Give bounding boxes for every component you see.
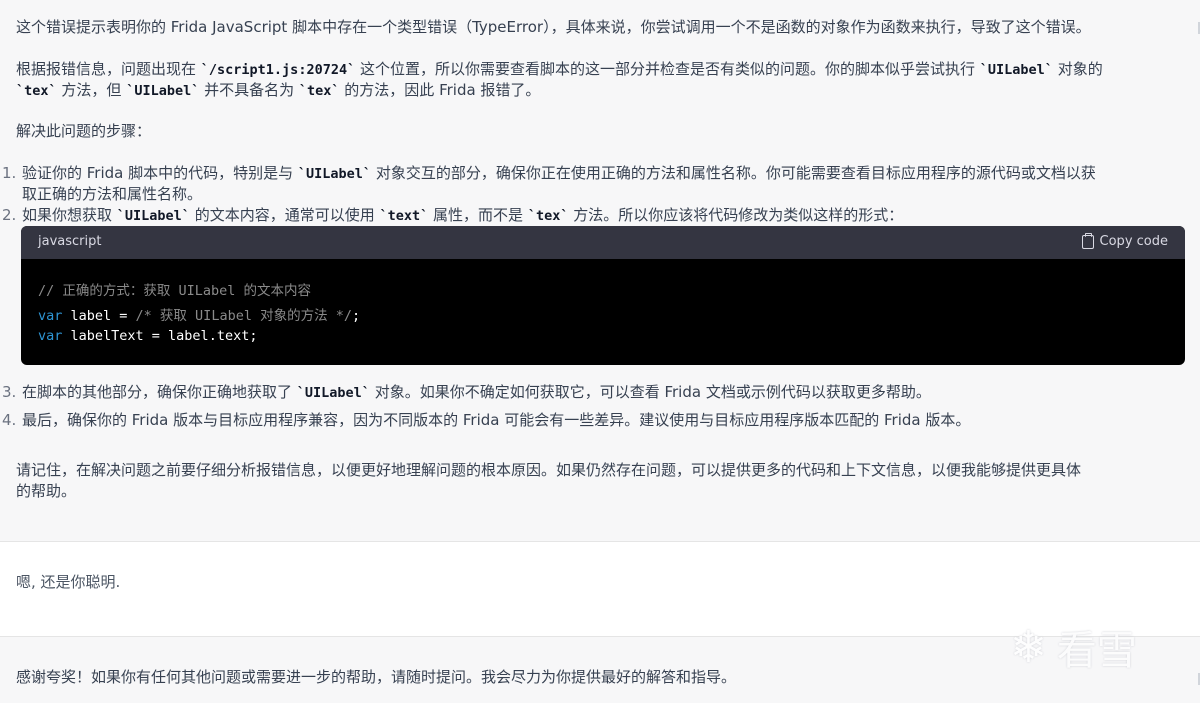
text-span: 如果你想获取 bbox=[22, 206, 117, 224]
text-span: 对象。如果你不确定如何获取它，可以查看 Frida 文档或示例代码以获取更多帮助… bbox=[369, 383, 931, 401]
inline-code: `UILabel` bbox=[296, 385, 370, 401]
list-item-3: 在脚本的其他部分，确保你正确地获取了 `UILabel` 对象。如果你不确定如何… bbox=[22, 382, 931, 404]
inline-code: `text` bbox=[379, 208, 429, 224]
code-line-1: // 正确的方式：获取 UILabel 的文本内容 bbox=[38, 283, 312, 299]
inline-code: `tex` bbox=[298, 83, 340, 99]
list-item-4: 最后，确保你的 Frida 版本与目标应用程序兼容，因为不同版本的 Frida … bbox=[22, 411, 971, 429]
inline-code: `UILabel` bbox=[116, 208, 190, 224]
list-item-1-line-2: 取正确的方法和属性名称。 bbox=[22, 185, 203, 203]
chat-page: 这个错误提示表明你的 Frida JavaScript 脚本中存在一个类型错误（… bbox=[0, 0, 1200, 703]
text-span: 根据报错信息，问题出现在 bbox=[16, 60, 201, 78]
assistant-paragraph-2-line-2: `tex` 方法，但 `UILabel` 并不具备名为 `tex` 的方法，因此… bbox=[16, 80, 540, 102]
assistant-closing-line-2: 的帮助。 bbox=[16, 482, 77, 500]
text-span: 在脚本的其他部分，确保你正确地获取了 bbox=[22, 383, 297, 401]
inline-code: `UILabel` bbox=[126, 83, 200, 99]
text-span: 对象的 bbox=[1052, 60, 1103, 78]
inline-code: `/script1.js:20724` bbox=[200, 62, 356, 78]
code-line-3: var labelText = label.text; bbox=[38, 328, 257, 344]
code-block: javascript Copy code // 正确的方式：获取 UILabel… bbox=[21, 226, 1185, 365]
code-comment: /* 获取 UILabel 对象的方法 */ bbox=[135, 308, 352, 324]
assistant-message: 这个错误提示表明你的 Frida JavaScript 脚本中存在一个类型错误（… bbox=[0, 0, 1200, 542]
text-span: 验证你的 Frida 脚本中的代码，特别是与 bbox=[22, 164, 298, 182]
list-number: 1. bbox=[2, 164, 17, 182]
list-number: 2. bbox=[2, 206, 17, 224]
code-text: labelText = label.text; bbox=[62, 328, 258, 344]
clipboard-icon bbox=[1081, 232, 1094, 249]
copy-code-button[interactable]: Copy code bbox=[1081, 232, 1168, 249]
assistant-steps-heading: 解决此问题的步骤： bbox=[16, 122, 152, 140]
text-span: 属性，而不是 bbox=[428, 206, 528, 224]
code-line-2: var label = /* 获取 UILabel 对象的方法 */; bbox=[38, 304, 360, 324]
assistant-paragraph-2-line-1: 根据报错信息，问题出现在 `/script1.js:20724` 这个位置，所以… bbox=[16, 59, 1103, 81]
user-message-text: 嗯, 还是你聪明. bbox=[16, 573, 121, 591]
inline-code: `tex` bbox=[16, 83, 57, 99]
code-keyword: var bbox=[38, 308, 63, 324]
assistant-closing-line-1: 请记住，在解决问题之前要仔细分析报错信息，以便更好地理解问题的根本原因。如果仍然… bbox=[16, 461, 1082, 479]
list-item-2: 如果你想获取 `UILabel` 的文本内容，通常可以使用 `text` 属性，… bbox=[22, 205, 903, 227]
assistant-reply-text: 感谢夸奖！如果你有任何其他问题或需要进一步的帮助，请随时提问。我会尽力为你提供最… bbox=[16, 668, 737, 686]
text-span: 方法，但 bbox=[56, 81, 127, 99]
code-block-header: javascript Copy code bbox=[21, 226, 1185, 259]
code-language-label: javascript bbox=[38, 234, 102, 249]
text-span: 的方法，因此 Frida 报错了。 bbox=[339, 81, 541, 99]
text-span: 对象交互的部分，确保你正在使用正确的方法和属性名称。你可能需要查看目标应用程序的… bbox=[371, 164, 1096, 182]
text-span: 的文本内容，通常可以使用 bbox=[189, 206, 380, 224]
watermark: ❄ 看雪 bbox=[1010, 618, 1137, 676]
list-item-1-line-1: 验证你的 Frida 脚本中的代码，特别是与 `UILabel` 对象交互的部分… bbox=[22, 163, 1096, 185]
assistant-paragraph-1: 这个错误提示表明你的 Frida JavaScript 脚本中存在一个类型错误（… bbox=[16, 18, 1091, 36]
inline-code: `tex` bbox=[527, 208, 569, 224]
code-keyword: var bbox=[38, 328, 63, 344]
inline-code: `UILabel` bbox=[979, 62, 1053, 78]
code-text: label = bbox=[62, 308, 136, 324]
text-span: 这个位置，所以你需要查看脚本的这一部分并检查是否有类似的问题。你的脚本似乎尝试执… bbox=[355, 60, 980, 78]
snowflake-icon: ❄ bbox=[1010, 621, 1047, 673]
inline-code: `UILabel` bbox=[297, 166, 372, 182]
text-span: 并不具备名为 bbox=[199, 81, 299, 99]
copy-code-label: Copy code bbox=[1099, 234, 1168, 249]
text-span: 方法。所以你应该将代码修改为类似这样的形式： bbox=[568, 206, 904, 224]
list-number: 3. bbox=[2, 383, 17, 401]
code-text: ; bbox=[351, 308, 361, 324]
watermark-text: 看雪 bbox=[1056, 628, 1137, 674]
list-number: 4. bbox=[2, 411, 17, 429]
